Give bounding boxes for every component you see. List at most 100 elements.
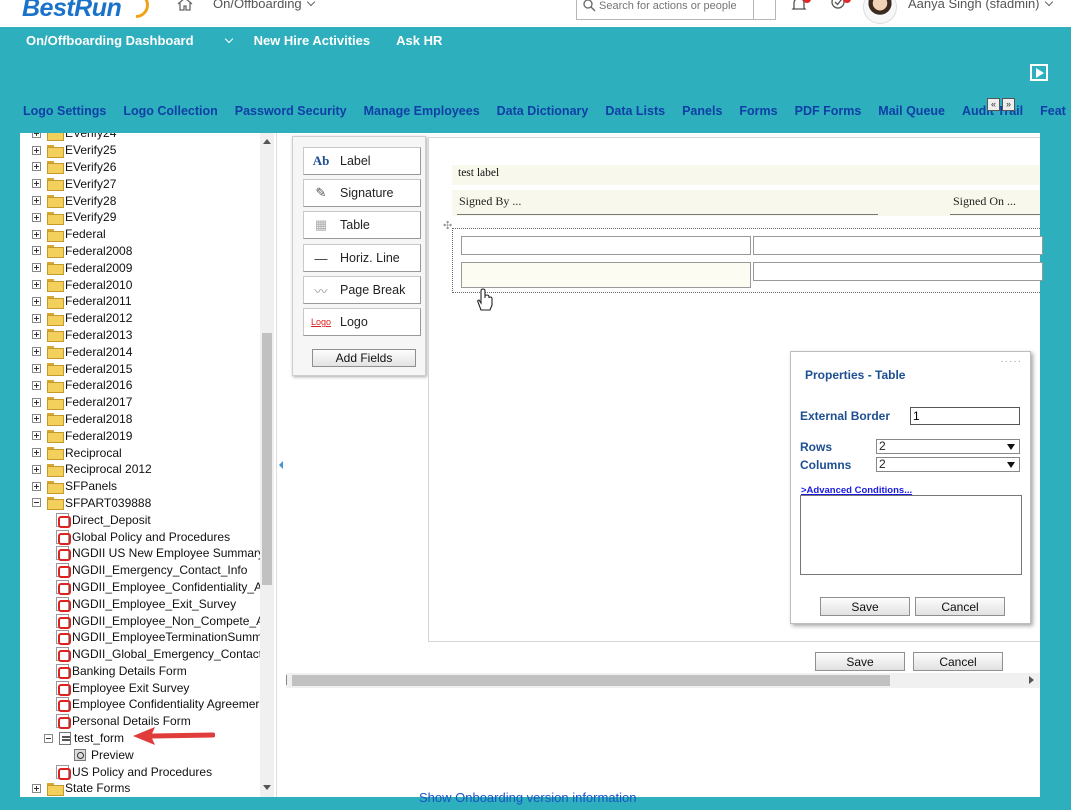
mail-queue-link[interactable]: Mail Queue xyxy=(878,104,945,118)
tree-folder[interactable]: Federal2016 xyxy=(32,377,276,394)
palette-logo[interactable]: Logo Logo xyxy=(303,308,421,336)
hscroll-thumb[interactable] xyxy=(292,675,890,686)
avatar[interactable] xyxy=(863,0,897,24)
tree-folder[interactable]: Federal2011 xyxy=(32,293,276,310)
expand-icon[interactable] xyxy=(32,313,41,323)
tree-folder-open[interactable]: SFPART039888 xyxy=(32,495,276,512)
global-search[interactable] xyxy=(576,0,776,20)
data-lists-link[interactable]: Data Lists xyxy=(605,104,665,118)
scroll-right-icon[interactable] xyxy=(1029,676,1034,684)
signature-field[interactable] xyxy=(452,190,1040,216)
label-field[interactable] xyxy=(452,165,1040,185)
expand-icon[interactable] xyxy=(32,481,41,491)
new-hire-activities-link[interactable]: New Hire Activities xyxy=(254,33,371,51)
expand-icon[interactable] xyxy=(32,212,41,222)
tree-folder[interactable]: Federal2010 xyxy=(32,276,276,293)
collapse-icon[interactable] xyxy=(32,498,41,508)
expand-icon[interactable] xyxy=(32,330,41,340)
expand-icon[interactable] xyxy=(32,397,41,407)
designer-hscrollbar[interactable] xyxy=(286,673,1040,688)
pager-next-button[interactable]: » xyxy=(1002,98,1015,111)
tree-folder[interactable]: EVerify24 xyxy=(32,133,276,142)
table-cell-r1c2[interactable] xyxy=(753,236,1043,255)
expand-icon[interactable] xyxy=(32,280,41,290)
password-security-link[interactable]: Password Security xyxy=(235,104,347,118)
palette-label[interactable]: Ab Label xyxy=(303,147,421,175)
tree-file[interactable]: Employee Exit Survey xyxy=(32,679,276,696)
tree-file[interactable]: NGDII_Employee_Non_Compete_A xyxy=(32,612,276,629)
expand-icon[interactable] xyxy=(32,448,41,458)
tree-folder[interactable]: Reciprocal xyxy=(32,444,276,461)
tree-folder[interactable]: EVerify26 xyxy=(32,159,276,176)
table-cell-r1c1[interactable] xyxy=(461,236,751,255)
expand-icon[interactable] xyxy=(32,133,41,138)
scroll-down-icon[interactable] xyxy=(263,785,271,790)
tree-folder[interactable]: Federal2012 xyxy=(32,310,276,327)
expand-icon[interactable] xyxy=(32,364,41,374)
dialog-grip-icon[interactable]: ····· xyxy=(1000,356,1022,367)
search-input[interactable] xyxy=(599,0,749,15)
ask-hr-link[interactable]: Ask HR xyxy=(396,33,442,51)
tree-file[interactable]: Global Policy and Procedures xyxy=(32,528,276,545)
palette-horiz-line[interactable]: — Horiz. Line xyxy=(303,244,421,272)
palette-page-break[interactable]: 〰 Page Break xyxy=(303,276,421,304)
tree-file[interactable]: NGDII_Emergency_Contact_Info xyxy=(32,562,276,579)
tree-preview[interactable]: Preview xyxy=(32,746,276,763)
tree-file[interactable]: NGDII_Employee_Confidentiality_A xyxy=(32,579,276,596)
dialog-cancel-button[interactable]: Cancel xyxy=(915,597,1005,616)
external-border-input[interactable] xyxy=(910,407,1020,425)
dialog-save-button[interactable]: Save xyxy=(820,597,910,616)
expand-icon[interactable] xyxy=(32,783,41,793)
data-dictionary-link[interactable]: Data Dictionary xyxy=(497,104,589,118)
user-menu[interactable]: Aanya Singh (sfadmin) xyxy=(908,0,1053,11)
tree-folder[interactable]: Federal2017 xyxy=(32,394,276,411)
panels-link[interactable]: Panels xyxy=(682,104,722,118)
palette-table[interactable]: ▦ Table xyxy=(303,211,421,239)
play-icon[interactable] xyxy=(1030,64,1048,81)
search-scope-dropdown[interactable] xyxy=(753,0,775,19)
tree-folder[interactable]: Federal2013 xyxy=(32,327,276,344)
tree-file[interactable]: NGDII_Employee_Exit_Survey xyxy=(32,595,276,612)
version-info-link[interactable]: Show Onboarding version information xyxy=(419,790,637,805)
expand-icon[interactable] xyxy=(32,380,41,390)
tree-folder[interactable]: EVerify28 xyxy=(32,192,276,209)
tree-folder[interactable]: Federal2015 xyxy=(32,360,276,377)
tree-file[interactable]: NGDII_EmployeeTerminationSumm xyxy=(32,629,276,646)
tree-file[interactable]: NGDII US New Employee Summary xyxy=(32,545,276,562)
logo-collection-link[interactable]: Logo Collection xyxy=(123,104,217,118)
expand-icon[interactable] xyxy=(32,145,41,155)
expand-icon[interactable] xyxy=(32,414,41,424)
tree-scrollbar[interactable] xyxy=(260,133,274,797)
pdf-forms-link[interactable]: PDF Forms xyxy=(795,104,862,118)
expand-icon[interactable] xyxy=(32,196,41,206)
add-fields-button[interactable]: Add Fields xyxy=(312,349,416,367)
tree-folder[interactable]: State Forms xyxy=(32,780,276,797)
logo-settings-link[interactable]: Logo Settings xyxy=(23,104,106,118)
collapse-icon[interactable] xyxy=(44,733,53,743)
brand-logo[interactable]: BestRun xyxy=(22,0,122,23)
expand-icon[interactable] xyxy=(32,296,41,306)
tree-file[interactable]: Banking Details Form xyxy=(32,663,276,680)
expand-icon[interactable] xyxy=(32,246,41,256)
tree-folder[interactable]: Reciprocal 2012 xyxy=(32,461,276,478)
scroll-up-icon[interactable] xyxy=(263,139,271,144)
tree-folder[interactable]: EVerify29 xyxy=(32,209,276,226)
collapse-left-icon[interactable] xyxy=(279,461,283,469)
manage-employees-link[interactable]: Manage Employees xyxy=(364,104,480,118)
tree-file[interactable]: US Policy and Procedures xyxy=(32,763,276,780)
home-icon[interactable] xyxy=(176,0,194,12)
module-switcher[interactable]: On/Offboarding xyxy=(213,0,315,11)
tree-scroll-thumb[interactable] xyxy=(262,333,272,585)
tree-folder[interactable]: SFPanels xyxy=(32,478,276,495)
conditions-textarea[interactable] xyxy=(800,495,1022,575)
table-cell-r2c1[interactable] xyxy=(461,262,751,288)
tree-file[interactable]: Employee Confidentiality Agreemer xyxy=(32,696,276,713)
expand-icon[interactable] xyxy=(32,162,41,172)
expand-icon[interactable] xyxy=(32,347,41,357)
tree-folder[interactable]: EVerify27 xyxy=(32,175,276,192)
tree-folder[interactable]: Federal xyxy=(32,226,276,243)
palette-signature[interactable]: ✎ Signature xyxy=(303,179,421,207)
cancel-button[interactable]: Cancel xyxy=(913,652,1003,671)
tree-folder[interactable]: Federal2019 xyxy=(32,427,276,444)
tree-folder[interactable]: EVerify25 xyxy=(32,142,276,159)
